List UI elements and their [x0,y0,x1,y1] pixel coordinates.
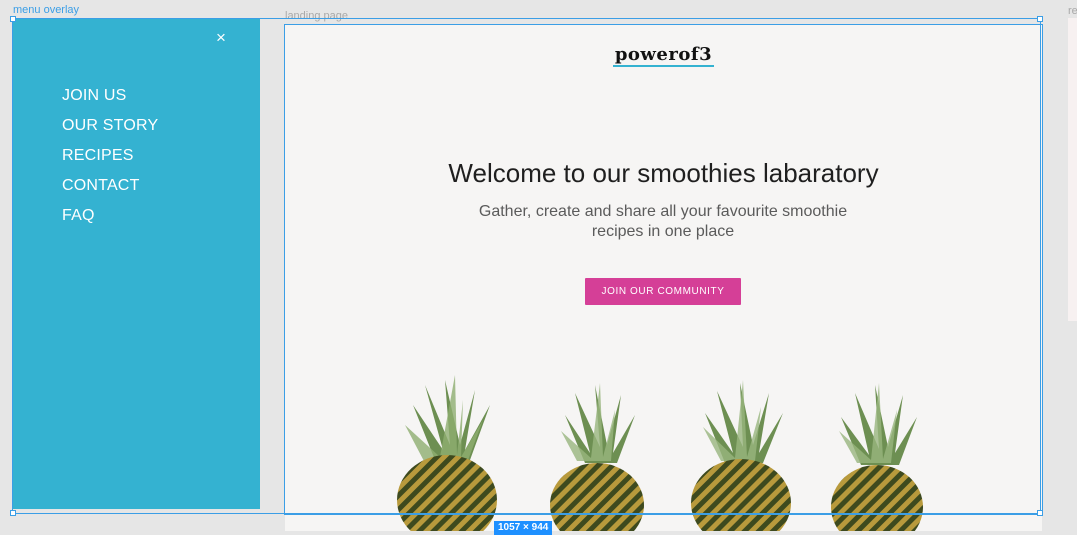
join-community-button[interactable]: JOIN OUR COMMUNITY [585,278,741,305]
pineapple-1 [397,375,497,531]
menu-item-contact[interactable]: CONTACT [62,171,158,201]
resize-handle-bottom-left[interactable] [10,510,16,516]
next-frame[interactable] [1068,18,1077,321]
menu-item-faq[interactable]: FAQ [62,201,158,231]
hero-title: Welcome to our smoothies labaratory [448,158,879,188]
next-frame-label[interactable]: re [1068,5,1077,17]
pineapple-2 [550,383,644,531]
resize-handle-top-right[interactable] [1037,16,1043,22]
menu-item-our-story[interactable]: OUR STORY [62,111,158,141]
brand-logo[interactable]: powerof3 [285,44,1042,67]
logo-text: powerof3 [612,44,715,67]
pineapple-4 [831,383,923,531]
pineapple-3 [691,380,791,531]
close-icon[interactable]: × [211,28,231,48]
landing-page-frame[interactable]: powerof3 Welcome to our smoothies labara… [285,25,1042,531]
menu-item-recipes[interactable]: RECIPES [62,141,158,171]
pineapples-photo [397,375,923,531]
selection-size-badge: 1057 × 944 [494,521,553,535]
menu-item-join-us[interactable]: JOIN US [62,81,158,111]
hero-subtitle: Gather, create and share all your favour… [478,203,848,240]
menu-overlay-frame[interactable]: × JOIN US OUR STORY RECIPES CONTACT FAQ [12,18,260,509]
menu-overlay-frame-label[interactable]: menu overlay [13,4,79,16]
menu-nav-list: JOIN US OUR STORY RECIPES CONTACT FAQ [62,81,158,231]
landing-page-frame-label[interactable]: landing page [285,10,348,22]
